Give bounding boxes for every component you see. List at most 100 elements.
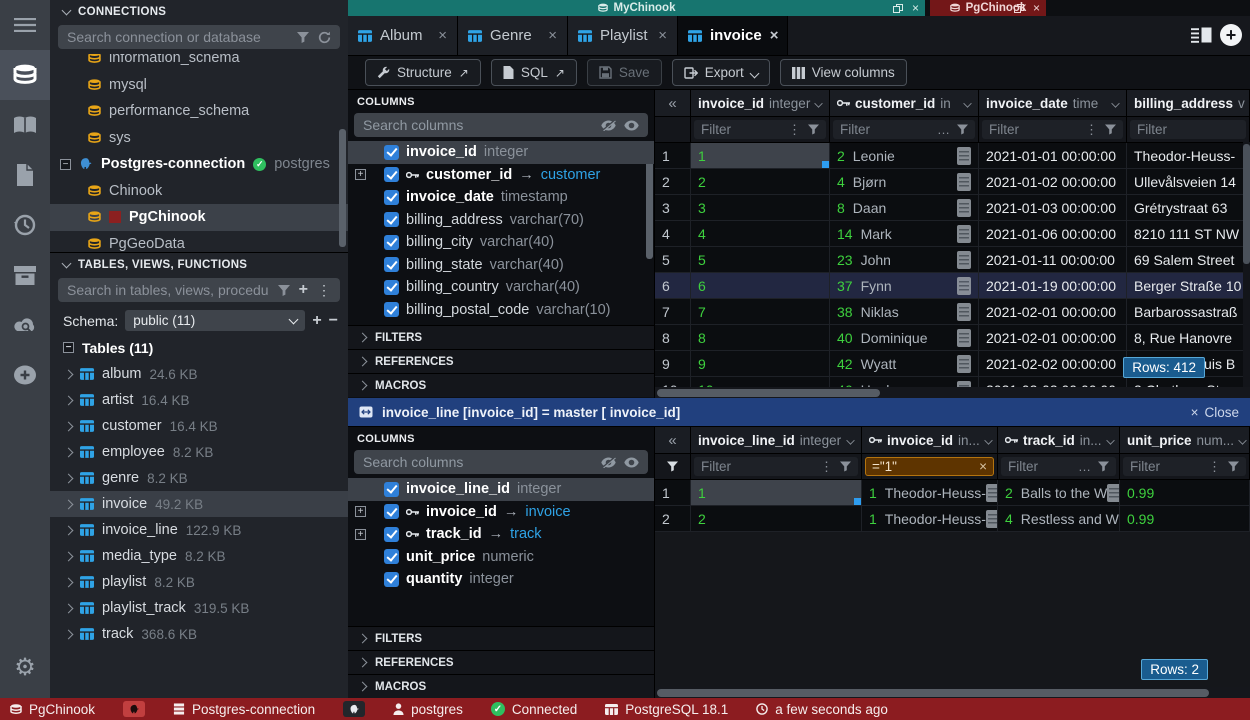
sql-button[interactable]: SQL ↗ bbox=[491, 59, 577, 86]
connection-item-mysql[interactable]: mysql bbox=[50, 72, 348, 99]
column-header-invoice_line_id[interactable]: invoice_line_idinteger bbox=[691, 427, 862, 453]
tab-group-mychinook[interactable]: MyChinook × bbox=[348, 0, 925, 16]
chevron-down-icon[interactable] bbox=[1106, 436, 1114, 444]
table-item-invoice[interactable]: invoice49.2 KB bbox=[50, 491, 348, 517]
new-tab-icon[interactable]: + bbox=[1220, 24, 1242, 46]
table-row[interactable]: 111Theodor-Heuss-2Balls to the W0.99 bbox=[655, 480, 1250, 506]
close-icon[interactable]: × bbox=[658, 27, 667, 44]
window-icon[interactable] bbox=[1014, 4, 1024, 13]
connection-item-PgChinook[interactable]: PgChinook bbox=[50, 204, 348, 231]
filter-input-invoice_date[interactable]: Filter⋮ bbox=[982, 120, 1123, 139]
cell-invoice-id[interactable]: 9 bbox=[691, 351, 830, 376]
eye-icon[interactable] bbox=[624, 457, 639, 468]
collapse-columns-button[interactable]: « bbox=[655, 90, 691, 116]
cell-billing-address[interactable]: Barbarossastraß bbox=[1127, 299, 1250, 324]
save-button[interactable]: Save bbox=[587, 59, 662, 86]
checkbox-checked-icon[interactable] bbox=[384, 167, 399, 182]
filter-icon[interactable] bbox=[278, 285, 290, 296]
tables-header[interactable]: TABLES, VIEWS, FUNCTIONS bbox=[50, 252, 348, 277]
schema-add-icon[interactable]: + bbox=[312, 313, 321, 329]
cell-billing-address[interactable]: 69 Salem Street bbox=[1127, 247, 1250, 272]
cell-invoice-id[interactable]: 7 bbox=[691, 299, 830, 324]
table-row[interactable]: 5523John2021-01-11 00:00:0069 Salem Stre… bbox=[655, 247, 1250, 273]
cell-customer-id[interactable]: 38Niklas bbox=[830, 299, 979, 324]
close-icon[interactable]: × bbox=[770, 27, 779, 44]
invoice-line-column-quantity[interactable]: quantityinteger bbox=[348, 568, 654, 591]
cell-invoice-line-id[interactable]: 1 bbox=[691, 480, 862, 505]
column-header-invoice_id[interactable]: invoice_idinteger bbox=[691, 90, 830, 116]
rail-item-database[interactable] bbox=[0, 50, 50, 100]
filter-input-invoice_id[interactable]: Filter⋮ bbox=[694, 120, 826, 139]
chevron-down-icon[interactable] bbox=[815, 99, 823, 107]
section-references[interactable]: REFERENCES bbox=[348, 650, 654, 674]
scrollbar-thumb[interactable] bbox=[657, 689, 1209, 697]
invoice-column-billing_address[interactable]: billing_addressvarchar(70) bbox=[348, 209, 654, 232]
close-icon[interactable]: × bbox=[912, 1, 919, 15]
kebab-menu-icon[interactable]: ⋮ bbox=[1085, 122, 1098, 138]
column-header-track_id[interactable]: track_idin... bbox=[998, 427, 1120, 453]
scrollbar-thumb[interactable] bbox=[1243, 144, 1250, 264]
table-item-track[interactable]: track368.6 KB bbox=[50, 621, 348, 647]
cell-invoice-date[interactable]: 2021-01-01 00:00:00 bbox=[979, 143, 1127, 168]
table-row[interactable]: 6637Fynn2021-01-19 00:00:00Berger Straße… bbox=[655, 273, 1250, 299]
rail-item-settings[interactable]: ⚙ bbox=[0, 642, 50, 692]
table-item-genre[interactable]: genre8.2 KB bbox=[50, 465, 348, 491]
chevron-right-icon[interactable] bbox=[64, 551, 74, 561]
checkbox-checked-icon[interactable] bbox=[384, 527, 399, 542]
table-item-artist[interactable]: artist16.4 KB bbox=[50, 387, 348, 413]
kebab-menu-icon[interactable]: ⋮ bbox=[317, 282, 331, 299]
expand-icon[interactable]: + bbox=[355, 529, 366, 540]
table-row[interactable]: 4414Mark2021-01-06 00:00:008210 111 ST N… bbox=[655, 221, 1250, 247]
table-row[interactable]: 338Daan2021-01-03 00:00:00Grétrystraat 6… bbox=[655, 195, 1250, 221]
table-item-invoice_line[interactable]: invoice_line122.9 KB bbox=[50, 517, 348, 543]
columns-search[interactable]: Search columns bbox=[354, 450, 648, 474]
schema-select[interactable]: public (11) bbox=[125, 310, 305, 331]
export-button[interactable]: Export bbox=[672, 59, 770, 86]
rail-item-history[interactable] bbox=[0, 200, 50, 250]
column-header-billing_address[interactable]: billing_addressv bbox=[1127, 90, 1250, 116]
tables-group[interactable]: − Tables (11) bbox=[50, 334, 348, 361]
cell-invoice-id[interactable]: 5 bbox=[691, 247, 830, 272]
cell-billing-address[interactable]: Berger Straße 10 bbox=[1127, 273, 1250, 298]
cell-billing-address[interactable]: 8, Rue Hanovre bbox=[1127, 325, 1250, 350]
document-cell-icon[interactable] bbox=[957, 199, 971, 217]
invoice-column-billing_city[interactable]: billing_cityvarchar(40) bbox=[348, 231, 654, 254]
cell-invoice-date[interactable]: 2021-01-11 00:00:00 bbox=[979, 247, 1127, 272]
table-item-employee[interactable]: employee8.2 KB bbox=[50, 439, 348, 465]
ellipsis-menu-icon[interactable]: … bbox=[1078, 459, 1091, 474]
kebab-menu-icon[interactable]: ⋮ bbox=[1208, 459, 1221, 475]
cell-billing-address[interactable]: Grétrystraat 63 bbox=[1127, 195, 1250, 220]
document-cell-icon[interactable] bbox=[957, 303, 971, 321]
rail-item-archive[interactable] bbox=[0, 250, 50, 300]
horizontal-scrollbar[interactable] bbox=[655, 387, 1250, 398]
fk-target-link[interactable]: track bbox=[510, 526, 541, 542]
collapse-columns-button[interactable]: « bbox=[655, 427, 691, 453]
connections-header[interactable]: CONNECTIONS bbox=[50, 0, 348, 24]
checkbox-checked-icon[interactable] bbox=[384, 145, 399, 160]
columns-search[interactable]: Search columns bbox=[354, 113, 648, 137]
cell-invoice-date[interactable]: 2021-01-03 00:00:00 bbox=[979, 195, 1127, 220]
kebab-menu-icon[interactable]: ⋮ bbox=[788, 122, 801, 138]
cell-invoice-id[interactable]: 1Theodor-Heuss- bbox=[862, 506, 998, 531]
table-item-customer[interactable]: customer16.4 KB bbox=[50, 413, 348, 439]
checkbox-checked-icon[interactable] bbox=[384, 302, 399, 317]
document-cell-icon[interactable] bbox=[986, 510, 998, 528]
checkbox-checked-icon[interactable] bbox=[384, 212, 399, 227]
column-header-invoice_id[interactable]: invoice_idin... bbox=[862, 427, 998, 453]
invoice-line-column-invoice_line_id[interactable]: invoice_line_idinteger bbox=[348, 478, 654, 501]
document-cell-icon[interactable] bbox=[957, 147, 971, 165]
chevron-right-icon[interactable] bbox=[64, 447, 74, 457]
close-icon[interactable]: × bbox=[548, 27, 557, 44]
connection-item-PgGeoData[interactable]: PgGeoData bbox=[50, 231, 348, 253]
window-icon[interactable] bbox=[893, 4, 903, 13]
cell-invoice-id[interactable]: 6 bbox=[691, 273, 830, 298]
expand-icon[interactable]: + bbox=[355, 506, 366, 517]
invoice-column-invoice_date[interactable]: invoice_datetimestamp bbox=[348, 186, 654, 209]
filter-input-customer_id[interactable]: Filter… bbox=[833, 120, 975, 139]
checkbox-checked-icon[interactable] bbox=[384, 549, 399, 564]
view-columns-button[interactable]: View columns bbox=[780, 59, 907, 86]
cell-customer-id[interactable]: 14Mark bbox=[830, 221, 979, 246]
close-icon[interactable]: × bbox=[1033, 1, 1040, 15]
rail-item-cloud-search[interactable] bbox=[0, 300, 50, 350]
connections-scrollbar[interactable] bbox=[339, 129, 346, 247]
